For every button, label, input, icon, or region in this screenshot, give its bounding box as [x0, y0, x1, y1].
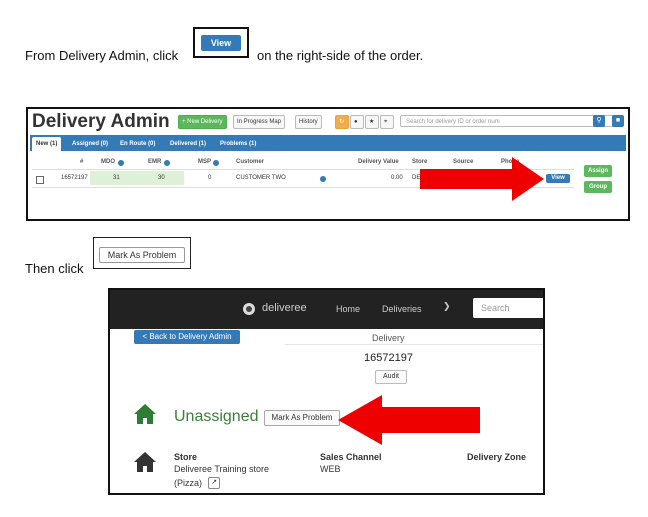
- in-progress-map-button[interactable]: In Progress Map: [233, 115, 286, 129]
- col-delivery-value[interactable]: Delivery Value: [358, 159, 399, 165]
- nav-search-input[interactable]: Search: [473, 298, 543, 318]
- delivery-detail-screenshot: deliveree Home Deliveries ❯ Search < Bac…: [108, 288, 545, 495]
- row-customer: CUSTOMER TWO: [236, 175, 286, 181]
- new-delivery-button[interactable]: + New Delivery: [178, 115, 227, 129]
- msp-info-icon: [213, 160, 219, 166]
- section-divider: [285, 344, 543, 345]
- refresh-icon[interactable]: ↻: [335, 115, 349, 129]
- col-mdo[interactable]: MDO: [101, 159, 115, 165]
- col-customer[interactable]: Customer: [236, 159, 264, 165]
- instruction-step1-prefix: From Delivery Admin, click: [25, 48, 179, 63]
- history-button[interactable]: History: [295, 115, 322, 129]
- nav-deliveries[interactable]: Deliveries: [382, 304, 422, 314]
- back-to-admin-button[interactable]: < Back to Delivery Admin: [134, 330, 240, 344]
- store-value-suffix: (Pizza): [174, 478, 203, 488]
- chevron-down-icon[interactable]: ❯: [443, 301, 451, 312]
- external-link-icon[interactable]: ↗: [208, 477, 220, 489]
- red-arrow-to-view-icon: [420, 157, 544, 201]
- row-view-button[interactable]: View: [546, 174, 570, 183]
- brand-name[interactable]: deliveree: [262, 302, 307, 314]
- view-button-callout: View: [193, 27, 249, 58]
- delivery-status: Unassigned: [174, 408, 259, 425]
- tab-new[interactable]: New (1): [32, 137, 62, 151]
- red-arrow-to-mark-problem: [338, 395, 480, 445]
- mark-problem-example: Mark As Problem: [99, 247, 185, 263]
- col-number[interactable]: #: [80, 159, 83, 165]
- home-icon: [134, 404, 156, 424]
- col-msp[interactable]: MSP: [198, 159, 211, 165]
- expand-icon[interactable]: ⌖: [380, 115, 394, 129]
- delivery-admin-screenshot: Delivery Admin + New Delivery In Progres…: [26, 107, 630, 221]
- delivery-number: 16572197: [364, 352, 413, 364]
- delivery-search-input[interactable]: Search for delivery ID or order num: [400, 115, 616, 127]
- row-mdo: 31: [113, 175, 120, 181]
- row-emr: 30: [158, 175, 165, 181]
- audit-button[interactable]: Audit: [375, 370, 407, 384]
- row-msp: 0: [208, 175, 212, 181]
- view-button-example: View: [201, 35, 241, 51]
- mark-problem-callout: Mark As Problem: [93, 237, 191, 269]
- time-cells-highlight: [90, 171, 184, 185]
- tab-problems[interactable]: Problems (1): [216, 137, 260, 151]
- row-delivery-id: 16572197: [61, 175, 88, 181]
- instruction-step2-prefix: Then click: [25, 261, 84, 276]
- tab-delivered[interactable]: Delivered (1): [166, 137, 210, 151]
- row-checkbox[interactable]: [36, 176, 44, 184]
- store-home-icon: [134, 452, 156, 472]
- assign-button[interactable]: Assign: [584, 165, 612, 177]
- user-icon[interactable]: ●: [350, 115, 364, 129]
- col-emr[interactable]: EMR: [148, 159, 161, 165]
- menu-icon[interactable]: ■: [612, 115, 624, 127]
- customer-info-icon[interactable]: [320, 176, 326, 182]
- nav-home[interactable]: Home: [336, 304, 360, 314]
- delivery-admin-title: Delivery Admin: [32, 111, 170, 132]
- mdo-info-icon: [118, 160, 124, 166]
- delivery-zone-label: Delivery Zone: [467, 452, 527, 462]
- emr-info-icon: [164, 160, 170, 166]
- mark-as-problem-button[interactable]: Mark As Problem: [264, 410, 340, 426]
- star-icon[interactable]: ★: [365, 115, 379, 129]
- store-value: Deliveree Training store: [174, 464, 270, 474]
- tab-assigned[interactable]: Assigned (0): [68, 137, 112, 151]
- row-value: 0.00: [391, 175, 403, 181]
- instruction-step1-suffix: on the right-side of the order.: [257, 48, 424, 63]
- tab-en-route[interactable]: En Route (0): [116, 137, 159, 151]
- deliveree-logo-icon[interactable]: [243, 303, 255, 315]
- sales-channel-value: WEB: [320, 464, 341, 474]
- search-icon[interactable]: ⚲: [593, 115, 605, 127]
- group-button[interactable]: Group: [584, 181, 612, 193]
- store-label: Store: [174, 452, 198, 462]
- sales-channel-label: Sales Channel: [320, 452, 382, 462]
- delivery-section-label: Delivery: [372, 333, 405, 343]
